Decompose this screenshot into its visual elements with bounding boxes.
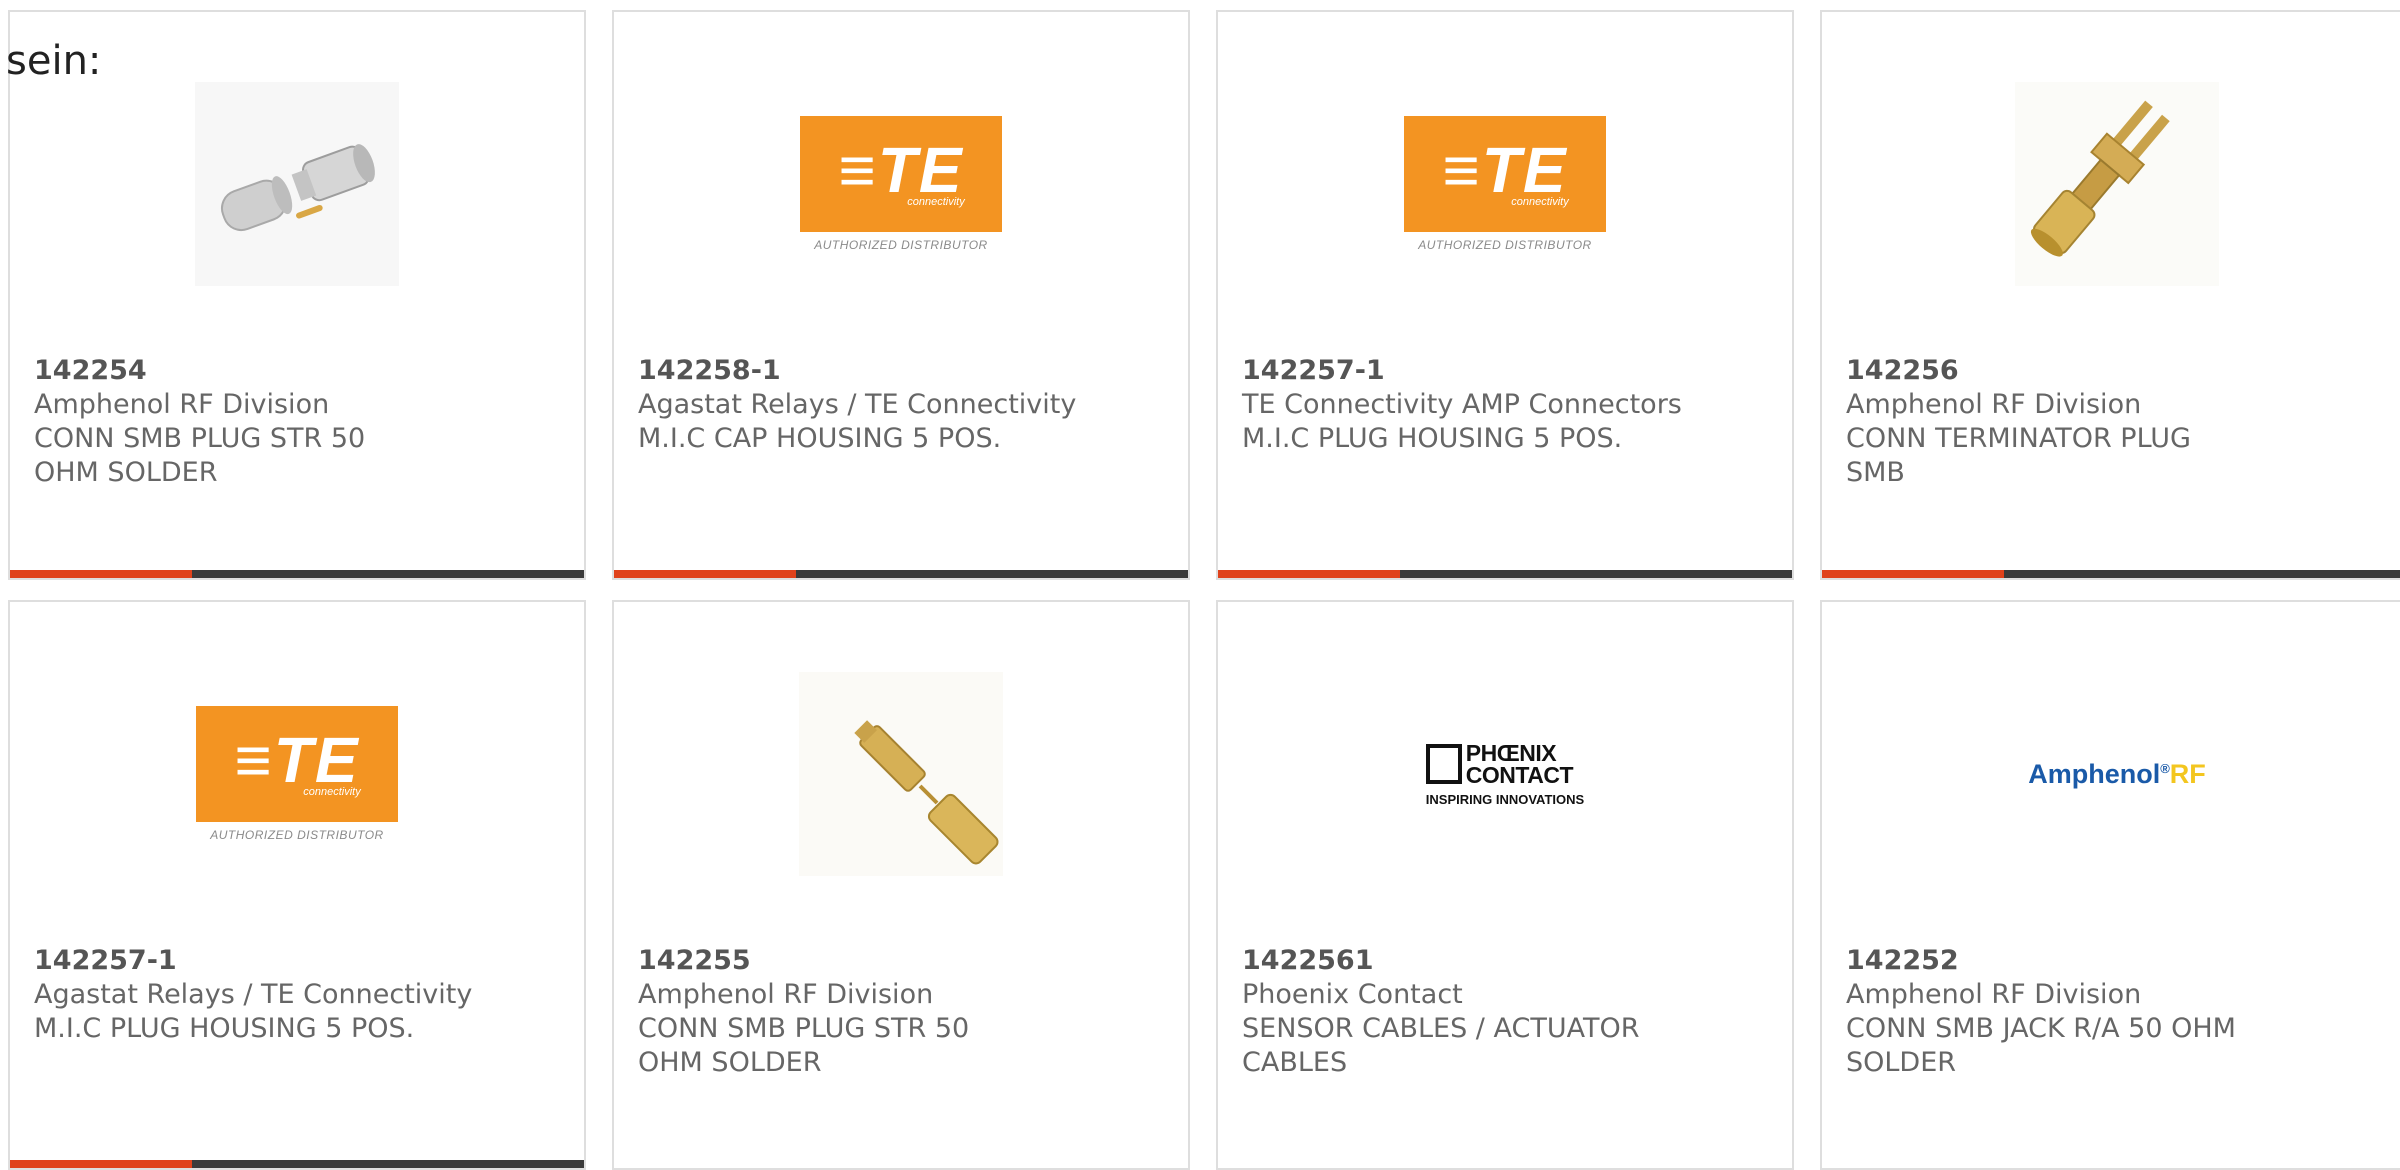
product-image[interactable] — [799, 672, 1003, 876]
part-number[interactable]: 142258-1 — [638, 354, 1164, 388]
part-number[interactable]: 1422561 — [1242, 944, 1768, 978]
card-bottom-bar — [614, 570, 1188, 578]
product-card[interactable]: 142255 Amphenol RF Division CONN SMB PLU… — [612, 600, 1190, 1170]
product-card[interactable]: ≡TE connectivity AUTHORIZED DISTRIBUTOR … — [8, 600, 586, 1170]
description: M.I.C PLUG HOUSING 5 POS. — [1242, 423, 1623, 454]
card-bottom-bar — [1822, 570, 2400, 578]
part-number[interactable]: 142257-1 — [34, 944, 560, 978]
manufacturer: Phoenix Contact — [1242, 979, 1463, 1010]
product-image[interactable]: PHŒNIX CONTACT INSPIRING INNOVATIONS — [1403, 672, 1607, 876]
description: CONN SMB JACK R/A 50 OHM SOLDER — [1846, 1013, 2236, 1078]
product-grid: 142254 Amphenol RF Division CONN SMB PLU… — [8, 10, 2400, 1170]
product-card[interactable]: ≡TE connectivity AUTHORIZED DISTRIBUTOR … — [612, 10, 1190, 580]
intro-text: sein: — [6, 38, 102, 84]
smb-plug-gold-photo-icon — [799, 672, 1003, 876]
te-connectivity-logo: ≡TE connectivity AUTHORIZED DISTRIBUTOR — [799, 116, 1003, 252]
manufacturer: Agastat Relays / TE Connectivity — [638, 389, 1077, 420]
product-image[interactable]: ≡TE connectivity AUTHORIZED DISTRIBUTOR — [1403, 82, 1607, 286]
smb-plug-photo-icon — [195, 82, 399, 286]
description: CONN SMB PLUG STR 50 OHM SOLDER — [34, 423, 366, 488]
manufacturer: Amphenol RF Division — [638, 979, 934, 1010]
description: CONN SMB PLUG STR 50 OHM SOLDER — [638, 1013, 970, 1078]
te-connectivity-logo: ≡TE connectivity AUTHORIZED DISTRIBUTOR — [1403, 116, 1607, 252]
card-bottom-bar — [10, 570, 584, 578]
description: M.I.C PLUG HOUSING 5 POS. — [34, 1013, 415, 1044]
product-image[interactable] — [195, 82, 399, 286]
manufacturer: TE Connectivity AMP Connectors — [1242, 389, 1682, 420]
card-bottom-bar — [1218, 570, 1792, 578]
smb-terminator-photo-icon — [2015, 82, 2219, 286]
part-number[interactable]: 142257-1 — [1242, 354, 1768, 388]
manufacturer: Amphenol RF Division — [1846, 979, 2142, 1010]
description: SENSOR CABLES / ACTUATOR CABLES — [1242, 1013, 1640, 1078]
part-number[interactable]: 142252 — [1846, 944, 2388, 978]
manufacturer: Amphenol RF Division — [1846, 389, 2142, 420]
card-bottom-bar — [10, 1160, 584, 1168]
description: CONN TERMINATOR PLUG SMB — [1846, 423, 2191, 488]
product-image[interactable]: Amphenol®RF — [2015, 672, 2219, 876]
phoenix-contact-logo: PHŒNIX CONTACT INSPIRING INNOVATIONS — [1425, 739, 1585, 807]
product-card[interactable]: Amphenol®RF 142252 Amphenol RF Division … — [1820, 600, 2400, 1170]
product-card[interactable]: 142256 Amphenol RF Division CONN TERMINA… — [1820, 10, 2400, 580]
product-card[interactable]: 142254 Amphenol RF Division CONN SMB PLU… — [8, 10, 586, 580]
description: M.I.C CAP HOUSING 5 POS. — [638, 423, 1002, 454]
product-card[interactable]: PHŒNIX CONTACT INSPIRING INNOVATIONS 142… — [1216, 600, 1794, 1170]
product-image[interactable] — [2015, 82, 2219, 286]
amphenol-rf-logo: Amphenol®RF — [2028, 758, 2206, 789]
product-image[interactable]: ≡TE connectivity AUTHORIZED DISTRIBUTOR — [195, 672, 399, 876]
part-number[interactable]: 142254 — [34, 354, 560, 388]
manufacturer: Agastat Relays / TE Connectivity — [34, 979, 473, 1010]
product-card[interactable]: ≡TE connectivity AUTHORIZED DISTRIBUTOR … — [1216, 10, 1794, 580]
part-number[interactable]: 142256 — [1846, 354, 2388, 388]
product-image[interactable]: ≡TE connectivity AUTHORIZED DISTRIBUTOR — [799, 82, 1003, 286]
te-connectivity-logo: ≡TE connectivity AUTHORIZED DISTRIBUTOR — [195, 706, 399, 842]
manufacturer: Amphenol RF Division — [34, 389, 330, 420]
part-number[interactable]: 142255 — [638, 944, 1164, 978]
